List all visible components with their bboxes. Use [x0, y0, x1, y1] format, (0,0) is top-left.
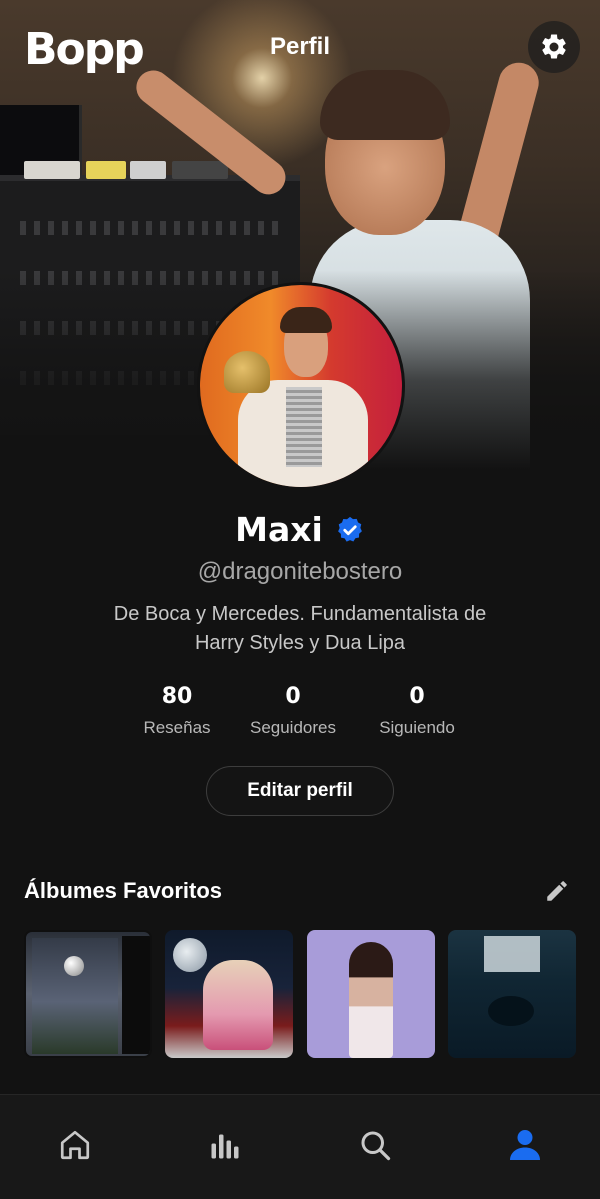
- profile-handle: @dragonitebostero: [197, 558, 403, 585]
- stats-icon: [211, 1134, 239, 1159]
- search-icon: [361, 1131, 391, 1161]
- stat-followers[interactable]: 0 Seguidores: [223, 684, 363, 738]
- favorite-album-3[interactable]: [307, 930, 435, 1058]
- nav-search[interactable]: [351, 1121, 399, 1169]
- profile-bio-line: Harry Styles y Dua Lipa: [194, 632, 406, 654]
- favorite-album-2[interactable]: [165, 930, 293, 1058]
- bottom-nav: [0, 1094, 600, 1199]
- favorite-albums-list: [24, 930, 576, 1058]
- verified-badge-icon: [337, 516, 362, 542]
- favorites-title: Álbumes Favoritos: [24, 878, 223, 903]
- gear-icon: [542, 34, 566, 59]
- home-icon: [60, 1130, 90, 1160]
- profile-avatar[interactable]: [197, 282, 405, 490]
- stat-label: Seguidores: [249, 718, 336, 737]
- settings-button[interactable]: [528, 21, 580, 73]
- stat-value: 0: [409, 684, 425, 709]
- page-title: Perfil: [269, 33, 331, 60]
- nav-home[interactable]: [51, 1121, 99, 1169]
- nav-profile[interactable]: [501, 1121, 549, 1169]
- favorite-album-1[interactable]: [24, 930, 152, 1058]
- top-bar: Bopp Perfil: [0, 0, 600, 96]
- pencil-icon: [547, 881, 567, 901]
- edit-favorites-button[interactable]: [544, 878, 572, 906]
- profile-name-row: Maxi: [0, 510, 600, 549]
- profile-bio: De Boca y Mercedes. Fundamentalista de H…: [70, 600, 530, 658]
- profile-name: Maxi: [235, 510, 323, 549]
- stat-value: 0: [285, 684, 301, 709]
- stat-label: Siguiendo: [379, 718, 455, 737]
- edit-profile-button[interactable]: Editar perfil: [206, 766, 394, 816]
- profile-bio-line: De Boca y Mercedes. Fundamentalista de: [113, 603, 487, 625]
- stat-following[interactable]: 0 Siguiendo: [347, 684, 487, 738]
- favorite-album-4[interactable]: [448, 930, 576, 1058]
- profile-icon: [510, 1130, 540, 1160]
- nav-stats[interactable]: [201, 1121, 249, 1169]
